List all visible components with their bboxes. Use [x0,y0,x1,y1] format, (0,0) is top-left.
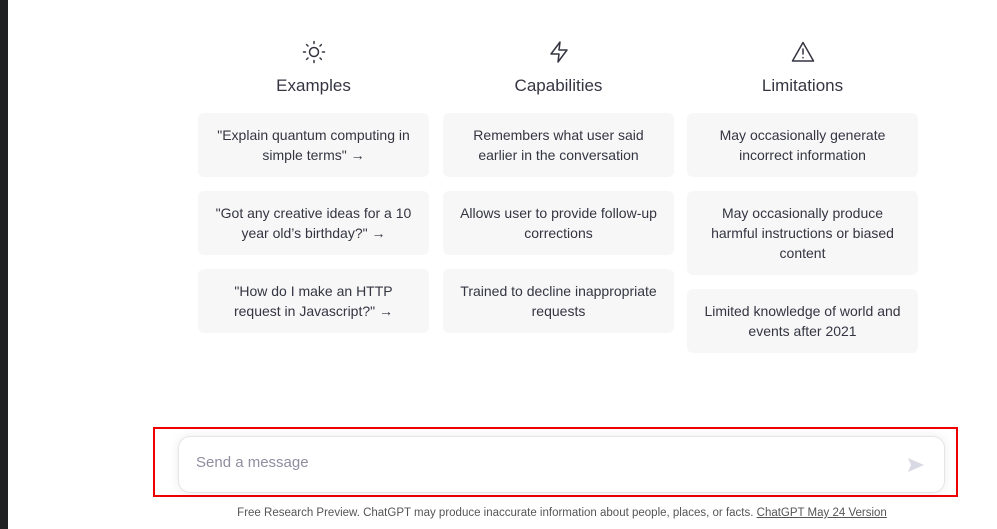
message-composer [178,436,945,493]
warning-icon [791,38,815,66]
example-prompt[interactable]: "Got any creative ideas for a 10 year ol… [198,191,429,255]
capability-item: Allows user to provide follow-up correct… [443,191,674,255]
send-button[interactable] [906,455,926,475]
limitation-item: May occasionally produce harmful instruc… [687,191,918,275]
example-prompt[interactable]: "Explain quantum computing in simple ter… [198,113,429,177]
footer: Free Research Preview. ChatGPT may produ… [0,507,997,519]
capabilities-column: Capabilities Remembers what user said ea… [443,38,674,347]
column-title: Capabilities [514,76,603,95]
footer-text: Free Research Preview. ChatGPT may produ… [237,507,757,519]
version-link[interactable]: ChatGPT May 24 Version [757,507,887,519]
capability-item: Remembers what user said earlier in the … [443,113,674,177]
examples-column: Examples "Explain quantum computing in s… [198,38,429,347]
lightning-icon [547,38,571,66]
limitations-column: Limitations May occasionally generate in… [687,38,918,367]
capability-item: Trained to decline inappropriate request… [443,269,674,333]
column-title: Limitations [761,76,844,95]
send-icon [908,458,924,472]
sidebar-edge [0,0,8,529]
sun-icon [302,38,326,66]
limitation-item: Limited knowledge of world and events af… [687,289,918,353]
column-title: Examples [276,76,351,95]
limitation-item: May occasionally generate incorrect info… [687,113,918,177]
example-prompt[interactable]: "How do I make an HTTP request in Javasc… [198,269,429,333]
message-input[interactable] [194,453,898,472]
